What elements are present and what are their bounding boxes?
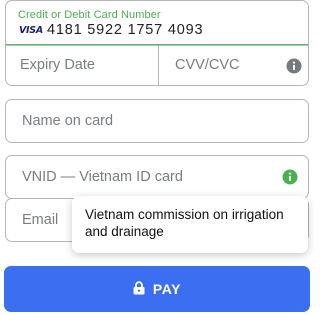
info-tooltip: Vietnam commission on irrigation and dra… [72,196,308,253]
info-icon[interactable] [282,169,298,185]
card-number-field[interactable]: Credit or Debit Card Number VISA 4181 59… [6,1,308,45]
info-icon[interactable] [286,58,302,74]
pay-button[interactable]: PAY [4,266,310,312]
lock-icon [133,281,145,295]
card-number-label: Credit or Debit Card Number [18,9,161,21]
name-on-card-field[interactable]: Name on card [5,99,309,143]
cvv-placeholder: CVV/CVC [175,57,240,73]
vnid-field[interactable]: VNID — Vietnam ID card [5,155,309,199]
cvv-field[interactable]: CVV/CVC [159,46,308,85]
visa-logo: VISA [19,25,43,36]
vnid-placeholder: VNID — Vietnam ID card [22,169,183,185]
expiry-date-field[interactable]: Expiry Date [6,46,158,85]
pay-button-label: PAY [152,281,182,297]
name-on-card-placeholder: Name on card [22,113,114,129]
tooltip-text: Vietnam commission on irrigation and dra… [85,207,284,239]
card-number-value[interactable]: 4181 5922 1757 4093 [47,22,203,38]
email-placeholder: Email [22,212,59,228]
expiry-date-placeholder: Expiry Date [20,57,95,73]
card-details-group: Credit or Debit Card Number VISA 4181 59… [5,0,309,86]
